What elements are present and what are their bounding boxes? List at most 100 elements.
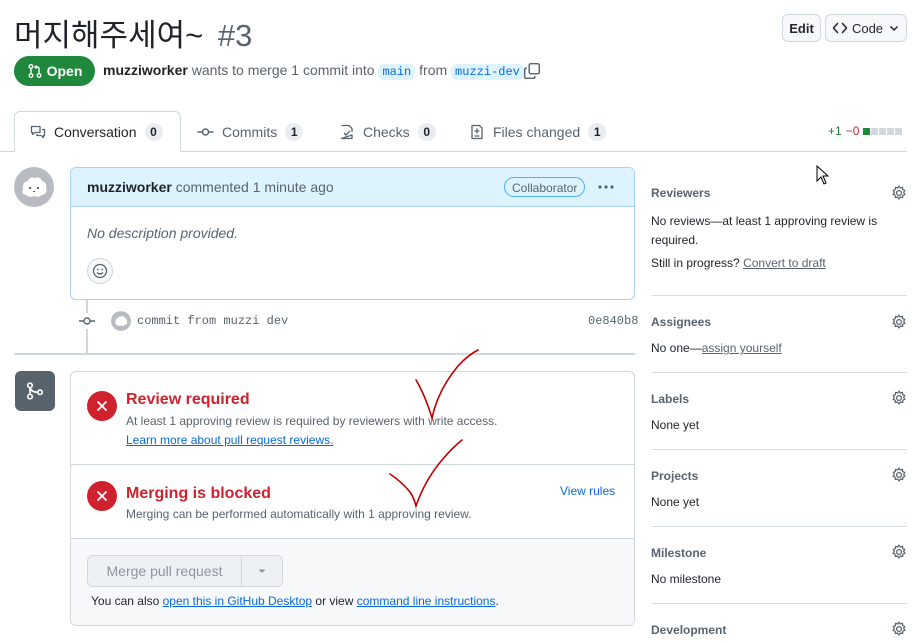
collaborator-badge: Collaborator [504, 177, 586, 197]
triangle-down-icon [258, 569, 266, 573]
merging-blocked-status [87, 481, 117, 511]
commit-sha[interactable]: 0e840b8 [588, 314, 638, 328]
diffstat: +1 −0 [828, 124, 903, 138]
tab-commits[interactable]: Commits 1 [197, 112, 304, 152]
merge-box-divider [71, 464, 634, 465]
learn-more-reviews-link[interactable]: Learn more about pull request reviews. [126, 433, 333, 447]
assign-yourself-link[interactable]: assign yourself [702, 341, 782, 355]
gear-icon[interactable] [891, 467, 907, 483]
merge-footer-text: You can also open this in GitHub Desktop… [91, 594, 499, 608]
projects-text: None yet [651, 495, 700, 509]
sidebar-divider [651, 449, 907, 450]
comment-body: No description provided. [87, 225, 238, 241]
add-reaction-button[interactable] [87, 258, 113, 284]
open-state-badge: Open [14, 56, 95, 86]
reviewers-heading[interactable]: Reviewers [651, 186, 710, 200]
open-state-label: Open [46, 63, 83, 79]
comment-author[interactable]: muzziworker [87, 179, 172, 195]
x-icon [97, 401, 107, 411]
tab-conversation-label: Conversation [54, 124, 137, 140]
head-branch[interactable]: muzzi-dev [451, 64, 524, 80]
author-link[interactable]: muzziworker [103, 62, 188, 78]
view-rules-link[interactable]: View rules [560, 484, 615, 498]
assignees-heading[interactable]: Assignees [651, 315, 711, 329]
tab-conversation[interactable]: Conversation 0 [30, 112, 163, 152]
diffstat-additions: +1 [828, 124, 842, 138]
merge-method-dropdown[interactable] [242, 556, 282, 586]
from-text: from [419, 62, 448, 78]
hand-drawn-checkmarks [389, 349, 479, 509]
merging-blocked-title: Merging is blocked [126, 485, 271, 502]
reviewers-text: No reviews—at least 1 approving review i… [651, 214, 878, 247]
kebab-horizontal-icon[interactable] [597, 179, 615, 195]
base-branch[interactable]: main [378, 64, 416, 80]
merge-box: Review required At least 1 approving rev… [70, 371, 635, 626]
commit-icon [197, 128, 214, 136]
chevron-down-icon [890, 25, 899, 32]
timeline-divider [14, 353, 635, 355]
footer-suffix: . [495, 594, 499, 608]
assignees-prefix: No one— [651, 341, 702, 355]
convert-to-draft-link[interactable]: Convert to draft [743, 256, 826, 270]
code-button[interactable]: Code [825, 14, 907, 42]
reviewers-progress: Still in progress? Convert to draft [651, 256, 826, 270]
code-button-label: Code [851, 20, 884, 36]
development-heading[interactable]: Development [651, 623, 726, 637]
sidebar-divider [651, 526, 907, 527]
avatar[interactable] [14, 167, 54, 207]
avatar-image [14, 167, 54, 207]
merge-button-group: Merge pull request [87, 555, 283, 587]
code-icon [832, 22, 848, 34]
gear-icon[interactable] [891, 544, 907, 560]
copy-icon[interactable] [523, 62, 541, 80]
pull-request-icon [28, 64, 42, 78]
milestone-heading[interactable]: Milestone [651, 546, 706, 560]
sidebar-divider [651, 372, 907, 373]
tab-commits-count: 1 [285, 123, 304, 141]
diffstat-bar [863, 127, 903, 135]
gear-icon[interactable] [891, 621, 907, 637]
checklist-icon [340, 124, 353, 140]
commit-node-icon [78, 313, 96, 329]
commit-message[interactable]: commit from muzzi dev [137, 314, 288, 328]
review-required-title: Review required [126, 391, 250, 408]
gear-icon[interactable] [891, 314, 907, 330]
gear-icon[interactable] [891, 390, 907, 406]
tab-checks-count: 0 [417, 123, 436, 141]
sidebar-divider [651, 295, 907, 296]
tab-commits-label: Commits [222, 124, 278, 140]
tab-checks-label: Checks [363, 124, 410, 140]
merge-status-icon [15, 371, 55, 411]
gear-icon[interactable] [891, 185, 907, 201]
projects-heading[interactable]: Projects [651, 469, 698, 483]
pr-number: #3 [217, 18, 253, 53]
comment-discussion-icon [30, 125, 46, 139]
smiley-icon [92, 263, 108, 279]
open-github-desktop-link[interactable]: open this in GitHub Desktop [163, 594, 312, 608]
commit-avatar[interactable] [111, 311, 131, 331]
assignees-text: No one—assign yourself [651, 341, 782, 355]
git-merge-icon [26, 382, 44, 400]
file-diff-icon [471, 124, 483, 140]
comment-action[interactable]: commented 1 minute ago [176, 179, 334, 195]
merge-pull-request-button[interactable]: Merge pull request [88, 556, 242, 586]
milestone-text: No milestone [651, 572, 722, 586]
labels-heading[interactable]: Labels [651, 392, 689, 406]
tab-conversation-count: 0 [144, 123, 163, 141]
labels-text: None yet [651, 418, 700, 432]
pr-title-row: 머지해주세여~ #3 [14, 10, 252, 55]
edit-button[interactable]: Edit [782, 14, 821, 42]
merge-text: wants to merge 1 commit into [191, 62, 375, 78]
commit-avatar-image [111, 311, 131, 331]
footer-prefix: You can also [91, 594, 160, 608]
mouse-cursor-icon [816, 165, 830, 185]
command-line-instructions-link[interactable]: command line instructions [357, 594, 496, 608]
x-icon [97, 491, 107, 501]
comment-box: muzziworker commented 1 minute ago Colla… [70, 167, 635, 300]
tab-checks[interactable]: Checks 0 [339, 112, 436, 152]
tab-files-changed[interactable]: Files changed 1 [469, 112, 607, 152]
pr-title: 머지해주세여~ [14, 18, 204, 53]
tab-files-changed-count: 1 [588, 123, 607, 141]
edit-button-label: Edit [789, 20, 814, 36]
sidebar-divider [651, 603, 907, 604]
